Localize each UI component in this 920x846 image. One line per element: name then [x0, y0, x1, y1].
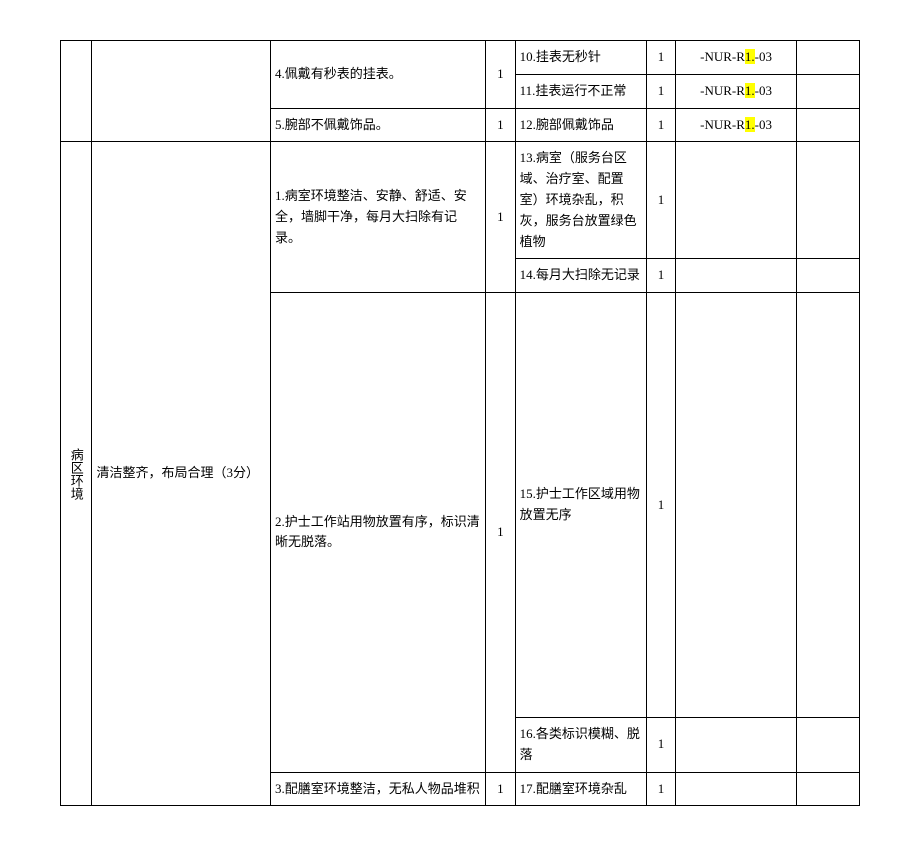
group-cell-upper — [92, 41, 270, 142]
code-highlight: 1. — [745, 117, 755, 132]
code-prefix: -NUR-R — [700, 83, 745, 98]
code-cell: -NUR-R1.-03 — [676, 108, 797, 142]
category-label: 病区环境 — [65, 148, 86, 799]
item-cell: 4.佩戴有秒表的挂表。 — [270, 41, 485, 109]
issue-cell: 10.挂表无秒针 — [515, 41, 646, 75]
table-row: 4.佩戴有秒表的挂表。 1 10.挂表无秒针 1 -NUR-R1.-03 — [61, 41, 860, 75]
code-cell — [676, 718, 797, 773]
score2-cell: 1 — [646, 259, 675, 293]
score2-cell: 1 — [646, 41, 675, 75]
empty-cell — [796, 718, 859, 773]
table-row: 病区环境 清洁整齐，布局合理（3分） 1.病室环境整洁、安静、舒适、安全，墙脚干… — [61, 142, 860, 259]
code-prefix: -NUR-R — [700, 117, 745, 132]
score1-cell: 1 — [486, 41, 515, 109]
issue-cell: 12.腕部佩戴饰品 — [515, 108, 646, 142]
code-highlight: 1. — [745, 49, 755, 64]
code-cell — [676, 293, 797, 718]
empty-cell — [796, 108, 859, 142]
category-cell: 病区环境 — [61, 142, 92, 806]
issue-cell: 14.每月大扫除无记录 — [515, 259, 646, 293]
code-cell — [676, 142, 797, 259]
code-highlight: 1. — [745, 83, 755, 98]
issue-cell: 11.挂表运行不正常 — [515, 74, 646, 108]
item-cell: 3.配膳室环境整洁，无私人物品堆积 — [270, 772, 485, 806]
score1-cell: 1 — [486, 108, 515, 142]
empty-cell — [796, 74, 859, 108]
issue-cell: 15.护士工作区域用物放置无序 — [515, 293, 646, 718]
score2-cell: 1 — [646, 74, 675, 108]
group-cell: 清洁整齐，布局合理（3分） — [92, 142, 270, 806]
issue-cell: 17.配膳室环境杂乱 — [515, 772, 646, 806]
empty-cell — [796, 142, 859, 259]
score2-cell: 1 — [646, 142, 675, 259]
score1-cell: 1 — [486, 293, 515, 772]
category-cell-upper — [61, 41, 92, 142]
code-suffix: -03 — [755, 117, 772, 132]
code-cell — [676, 772, 797, 806]
empty-cell — [796, 41, 859, 75]
code-cell: -NUR-R1.-03 — [676, 41, 797, 75]
issue-cell: 13.病室（服务台区域、治疗室、配置室）环境杂乱，积灰，服务台放置绿色植物 — [515, 142, 646, 259]
code-suffix: -03 — [755, 49, 772, 64]
score2-cell: 1 — [646, 718, 675, 773]
issue-cell: 16.各类标识模糊、脱落 — [515, 718, 646, 773]
empty-cell — [796, 259, 859, 293]
code-cell — [676, 259, 797, 293]
item-cell: 2.护士工作站用物放置有序，标识清晰无脱落。 — [270, 293, 485, 772]
code-cell: -NUR-R1.-03 — [676, 74, 797, 108]
empty-cell — [796, 293, 859, 718]
score1-cell: 1 — [486, 142, 515, 293]
evaluation-table: 4.佩戴有秒表的挂表。 1 10.挂表无秒针 1 -NUR-R1.-03 11.… — [60, 40, 860, 806]
empty-cell — [796, 772, 859, 806]
item-cell: 1.病室环境整洁、安静、舒适、安全，墙脚干净，每月大扫除有记录。 — [270, 142, 485, 293]
code-suffix: -03 — [755, 83, 772, 98]
score1-cell: 1 — [486, 772, 515, 806]
code-prefix: -NUR-R — [700, 49, 745, 64]
item-cell: 5.腕部不佩戴饰品。 — [270, 108, 485, 142]
score2-cell: 1 — [646, 108, 675, 142]
document-page: 4.佩戴有秒表的挂表。 1 10.挂表无秒针 1 -NUR-R1.-03 11.… — [0, 0, 920, 846]
score2-cell: 1 — [646, 772, 675, 806]
score2-cell: 1 — [646, 293, 675, 718]
